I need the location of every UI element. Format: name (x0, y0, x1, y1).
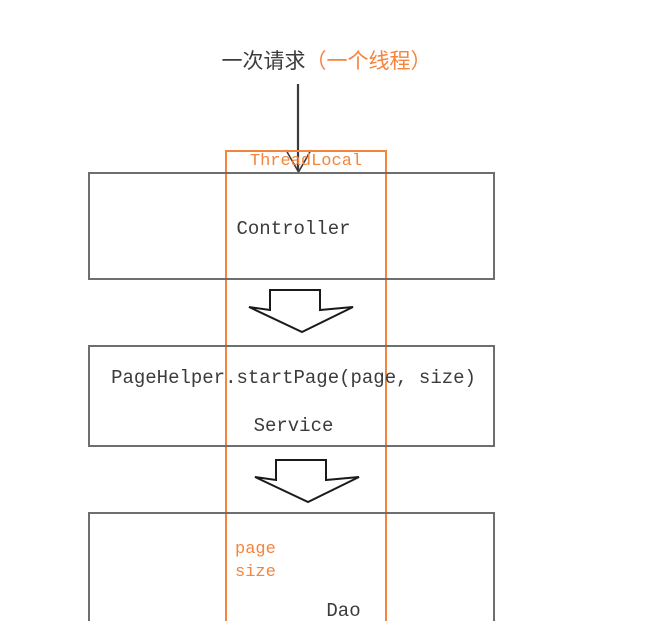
title-main: 一次请求 (221, 49, 306, 73)
block-down-arrow-icon (254, 459, 360, 504)
dao-threadlocal-vars: page size (235, 538, 276, 584)
layer-box-controller: Controller (88, 172, 495, 280)
page-title: 一次请求（一个线程） (0, 46, 653, 76)
service-call-expression: PageHelper.startPage(page, size) (111, 367, 476, 389)
diagram-canvas: 一次请求（一个线程） ThreadLocal Controller PageHe… (0, 0, 653, 621)
title-accent: （一个线程） (305, 49, 432, 73)
layer-label-service: Service (253, 415, 334, 437)
dao-var-size: size (235, 563, 276, 582)
block-down-arrow-icon (248, 289, 354, 334)
layer-label-dao: Dao (326, 600, 361, 621)
layer-box-dao: page size Dao (88, 512, 495, 621)
dao-var-page: page (235, 540, 276, 559)
layer-box-service: PageHelper.startPage(page, size) Service (88, 345, 495, 447)
threadlocal-label: ThreadLocal (249, 152, 363, 171)
layer-label-controller: Controller (236, 218, 351, 240)
